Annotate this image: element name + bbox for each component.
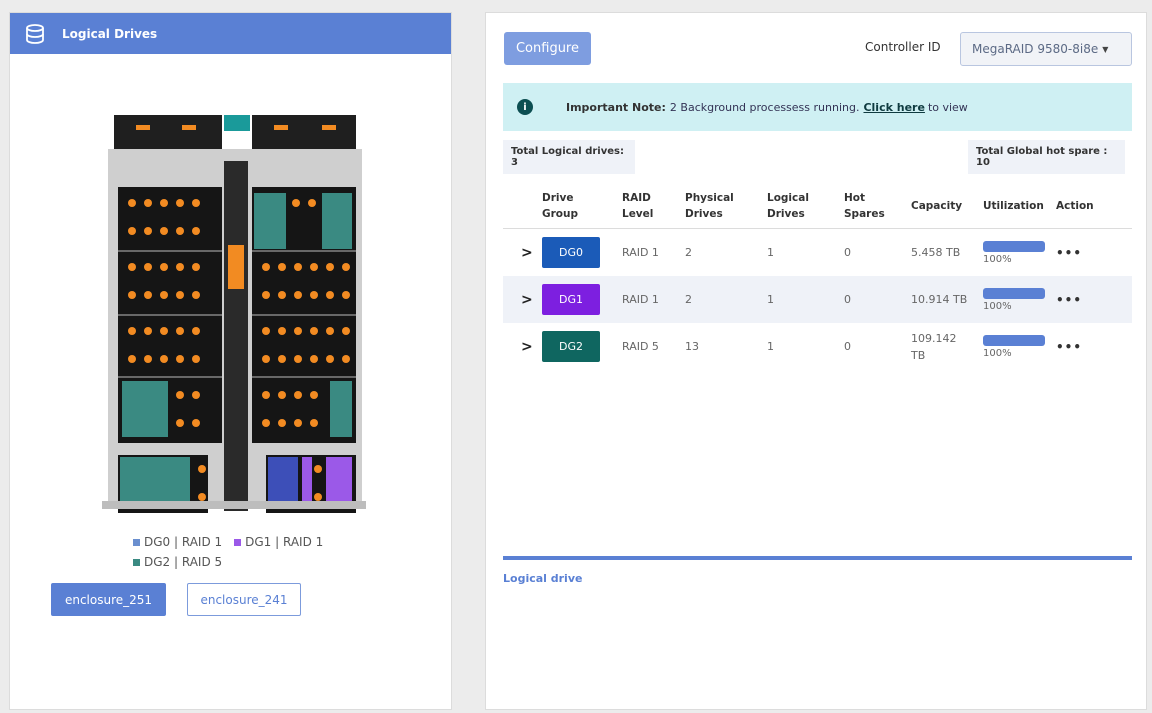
note-text: 2 Background processess running. (669, 100, 860, 114)
total-global-hot-spare: Total Global hot spare : 10 (968, 140, 1125, 174)
chevron-right-icon: > (521, 338, 533, 355)
more-icon: ••• (1056, 339, 1083, 354)
legend-swatch-dg2 (133, 558, 140, 566)
utilization-bar (983, 240, 1045, 252)
enclosure-251-button[interactable]: enclosure_251 (51, 583, 166, 616)
header-raid-level: RAID Level (622, 192, 654, 220)
controller-select[interactable]: MegaRAID 9580-8i8e ▼ (960, 32, 1132, 66)
controller-value: MegaRAID 9580-8i8e (972, 42, 1099, 56)
raid-level-cell: RAID 1 (622, 293, 659, 306)
header-physical-drives: Physical Drives (685, 192, 734, 220)
table-row[interactable]: > DG1 RAID 1 2 1 0 10.914 TB 100% ••• (503, 276, 1132, 323)
utilization-bar (983, 287, 1045, 299)
header-capacity: Capacity (911, 200, 963, 212)
action-menu-button[interactable]: ••• (1056, 340, 1114, 354)
drive-group-cell: DG1 (542, 284, 622, 315)
chevron-right-icon: > (521, 291, 533, 308)
header-hot-spares: Hot Spares (844, 192, 885, 220)
header-utilization: Utilization (983, 200, 1044, 212)
total-logical-drives: Total Logical drives: 3 (503, 140, 635, 174)
action-menu-button[interactable]: ••• (1056, 246, 1114, 260)
note-tail: to view (927, 100, 968, 114)
panel-header: Logical Drives (10, 13, 451, 54)
chevron-right-icon: > (521, 244, 533, 261)
expand-row-button[interactable]: > (503, 245, 542, 261)
legend-item-dg1: DG1 | RAID 1 (234, 535, 323, 549)
table-row[interactable]: > DG2 RAID 5 13 1 0 109.142 TB 100% ••• (503, 323, 1132, 370)
utilization-cell: 100% (983, 287, 1056, 312)
physical-drives-cell: 2 (685, 293, 692, 306)
controller-id-label: Controller ID (865, 40, 941, 54)
legend-swatch-dg1 (234, 538, 242, 546)
enclosure-image (96, 105, 372, 527)
drive-group-badge[interactable]: DG0 (542, 237, 600, 268)
logical-drives-cell: 1 (767, 246, 774, 259)
header-action: Action (1056, 200, 1094, 212)
utilization-text: 100% (983, 347, 1012, 359)
enclosure-241-button[interactable]: enclosure_241 (187, 583, 301, 616)
hot-spares-cell: 0 (844, 293, 851, 306)
drive-groups-panel: Configure Controller ID MegaRAID 9580-8i… (485, 12, 1147, 710)
database-icon (26, 23, 44, 44)
drive-group-table: Drive Group RAID Level Physical Drives L… (503, 184, 1132, 370)
logical-drives-panel: Logical Drives DG0 | RAID 1 DG1 | RAID 1… (9, 12, 452, 710)
logical-drives-cell: 1 (767, 340, 774, 353)
caret-down-icon: ▼ (1102, 44, 1109, 54)
capacity-cell: 10.914 TB (911, 293, 968, 306)
header-logical-drives: Logical Drives (767, 192, 809, 220)
more-icon: ••• (1056, 245, 1083, 260)
logical-drive-title: Logical drive (503, 572, 583, 585)
raid-level-cell: RAID 5 (622, 340, 659, 353)
hot-spares-cell: 0 (844, 340, 851, 353)
utilization-fill (983, 240, 1045, 252)
more-icon: ••• (1056, 292, 1083, 307)
table-header: Drive Group RAID Level Physical Drives L… (503, 184, 1132, 229)
important-note-banner: i Important Note: 2 Background processes… (503, 83, 1132, 131)
configure-button[interactable]: Configure (504, 32, 591, 65)
section-divider (503, 556, 1132, 560)
physical-drives-cell: 13 (685, 340, 699, 353)
drive-group-cell: DG0 (542, 237, 622, 268)
capacity-cell: 5.458 TB (911, 246, 961, 259)
legend-item-dg2: DG2 | RAID 5 (133, 555, 222, 569)
drive-group-badge[interactable]: DG1 (542, 284, 600, 315)
hot-spares-cell: 0 (844, 246, 851, 259)
physical-drives-cell: 2 (685, 246, 692, 259)
action-menu-button[interactable]: ••• (1056, 293, 1114, 307)
expand-row-button[interactable]: > (503, 292, 542, 308)
legend-item-dg0: DG0 | RAID 1 (133, 535, 222, 549)
utilization-cell: 100% (983, 334, 1056, 359)
logical-drives-cell: 1 (767, 293, 774, 306)
raid-level-cell: RAID 1 (622, 246, 659, 259)
utilization-text: 100% (983, 253, 1012, 265)
utilization-fill (983, 334, 1045, 346)
drive-group-badge[interactable]: DG2 (542, 331, 600, 362)
click-here-link[interactable]: Click here (863, 101, 924, 114)
utilization-cell: 100% (983, 240, 1056, 265)
utilization-bar (983, 334, 1045, 346)
legend-swatch-dg0 (133, 538, 140, 546)
info-icon: i (517, 99, 533, 115)
capacity-cell: 109.142 TB (911, 331, 957, 362)
header-drive-group: Drive Group (542, 192, 579, 220)
expand-row-button[interactable]: > (503, 339, 542, 355)
panel-title: Logical Drives (62, 26, 158, 41)
utilization-fill (983, 287, 1045, 299)
raid-legend: DG0 | RAID 1 DG1 | RAID 1 DG2 | RAID 5 (133, 532, 393, 572)
table-row[interactable]: > DG0 RAID 1 2 1 0 5.458 TB 100% ••• (503, 229, 1132, 276)
utilization-text: 100% (983, 300, 1012, 312)
drive-group-cell: DG2 (542, 331, 622, 362)
note-heading: Important Note: (566, 100, 666, 114)
